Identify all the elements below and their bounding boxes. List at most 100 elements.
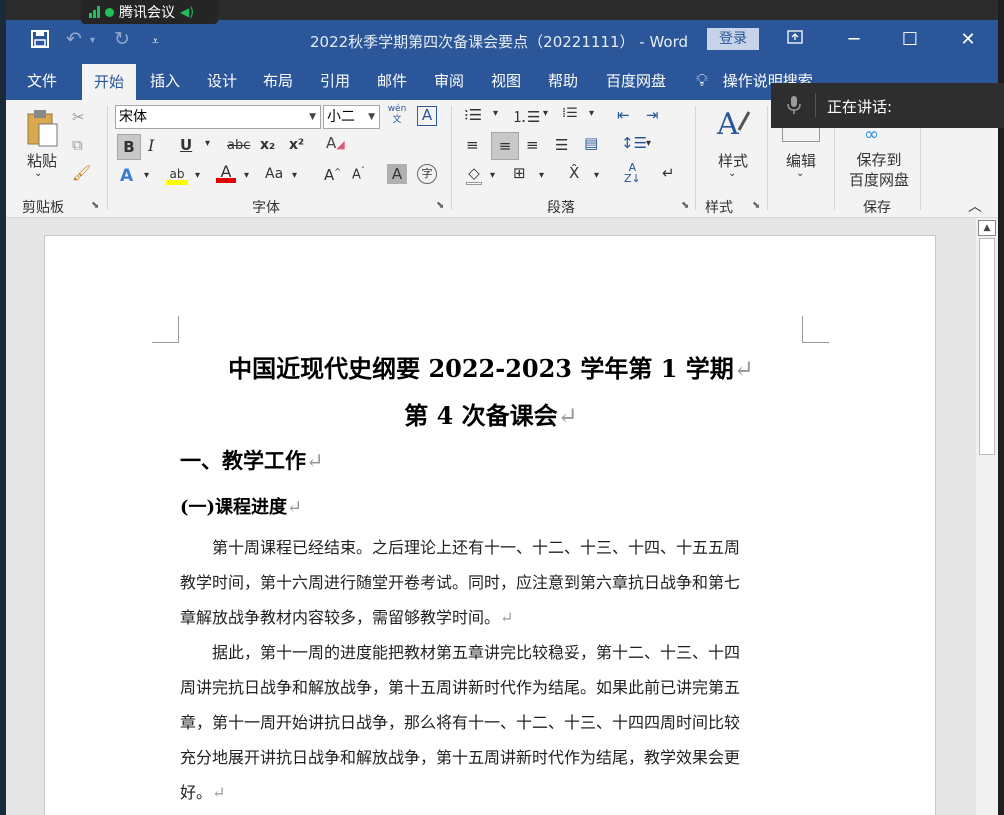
clear-formatting-icon[interactable]: A◢ [326, 134, 345, 152]
enclose-characters-icon[interactable]: 字 [417, 164, 437, 184]
show-formatting-marks-icon[interactable]: ↵ [662, 164, 675, 182]
align-center-icon[interactable]: ≡ [491, 132, 519, 160]
tab-layout[interactable]: 布局 [254, 62, 302, 100]
bold-button[interactable]: B [117, 134, 141, 160]
paragraph-mark-icon: ↵ [306, 449, 324, 473]
save-icon[interactable] [31, 30, 49, 53]
close-icon[interactable]: ✕ [948, 26, 988, 54]
line-spacing-icon[interactable]: ↕☰ [621, 134, 647, 152]
bullets-icon[interactable]: ⁝☰ [464, 106, 482, 124]
align-right-icon[interactable]: ≡ [526, 136, 539, 154]
microphone-icon [787, 95, 801, 120]
editing-dropdown-icon[interactable]: ⌄ [796, 168, 804, 179]
tab-home[interactable]: 开始 [82, 64, 136, 100]
highlight-icon[interactable]: ab [166, 164, 188, 185]
undo-icon[interactable]: ↶ [66, 28, 82, 50]
borders-icon[interactable]: ⊞ [513, 164, 526, 182]
clipboard-dialog-launcher-icon[interactable]: ⬊ [91, 200, 99, 211]
font-color-dropdown-icon[interactable]: ▾ [244, 170, 249, 181]
font-name-value: 宋体 [119, 109, 147, 125]
cut-icon[interactable]: ✂ [72, 108, 85, 126]
document-page[interactable]: 中国近现代史纲要 2022-2023 学年第 1 学期↵ 第 4 次备课会↵ 一… [44, 235, 936, 815]
paragraph-line-text: 章解放战争教材内容较多，需留够教学时间。 [180, 608, 501, 627]
sort-icon[interactable]: A Z↓ [624, 162, 641, 184]
line-spacing-dropdown-icon[interactable]: ▾ [646, 138, 651, 149]
tab-baidu-netdisk[interactable]: 百度网盘 [598, 62, 674, 100]
tab-view[interactable]: 视图 [482, 62, 530, 100]
numbering-icon[interactable]: ⒈☰ [512, 106, 540, 127]
paragraph-mark-icon: ↵ [212, 783, 226, 802]
decrease-indent-icon[interactable]: ⇤ [617, 106, 630, 124]
font-dialog-launcher-icon[interactable]: ⬊ [436, 200, 444, 211]
borders-dropdown-icon[interactable]: ▾ [539, 170, 544, 181]
save-to-baidu-button[interactable]: 保存到 百度网盘 [846, 150, 912, 190]
grow-font-label: A [324, 166, 335, 184]
italic-button[interactable]: I [148, 136, 154, 155]
scroll-up-icon[interactable]: ▲ [978, 220, 996, 236]
vertical-scrollbar[interactable]: ▲ [976, 218, 998, 815]
group-divider [767, 106, 768, 210]
copy-icon[interactable]: ⧉ [72, 136, 83, 154]
text-effects-dropdown-icon[interactable]: ▾ [144, 170, 149, 181]
multilevel-list-dropdown-icon[interactable]: ▾ [589, 108, 594, 119]
group-divider [107, 106, 108, 210]
phonetic-guide-icon[interactable]: wén 文 [386, 104, 408, 126]
subscript-button[interactable]: x₂ [260, 137, 275, 153]
character-border-icon[interactable]: A [417, 106, 437, 126]
tab-help[interactable]: 帮助 [539, 62, 587, 100]
change-case-dropdown-icon[interactable]: ▾ [292, 170, 297, 181]
tab-review[interactable]: 审阅 [425, 62, 473, 100]
paste-dropdown-icon[interactable]: ⌄ [34, 168, 42, 179]
superscript-button[interactable]: x² [289, 137, 304, 153]
paragraph-dialog-launcher-icon[interactable]: ⬊ [681, 200, 689, 211]
speaker-icon[interactable]: ◀) [180, 5, 194, 19]
signal-icon [89, 6, 100, 18]
multilevel-list-icon[interactable]: ⁞☰ [562, 106, 578, 121]
shading-dropdown-icon[interactable]: ▾ [490, 170, 495, 181]
grow-font-button[interactable]: A^ [324, 166, 341, 184]
ribbon-display-options-icon[interactable] [775, 26, 815, 54]
increase-indent-icon[interactable]: ⇥ [646, 106, 659, 124]
paragraph-mark-icon: ↵ [557, 402, 578, 430]
scrollbar-thumb[interactable] [979, 238, 995, 455]
undo-dropdown-icon[interactable]: ▾ [90, 35, 95, 46]
text-effects-icon[interactable]: A [120, 166, 133, 186]
shrink-font-button[interactable]: Aˇ [352, 166, 365, 182]
editing-icon[interactable] [782, 126, 820, 142]
group-divider [451, 106, 452, 210]
shading-icon[interactable]: ◇ [466, 164, 482, 185]
font-color-icon[interactable]: A [216, 162, 236, 183]
asian-layout-dropdown-icon[interactable]: ▾ [594, 170, 599, 181]
highlight-dropdown-icon[interactable]: ▾ [195, 170, 200, 181]
tab-insert[interactable]: 插入 [141, 62, 189, 100]
strikethrough-button[interactable]: abc [227, 138, 250, 153]
underline-dropdown-icon[interactable]: ▾ [205, 138, 210, 149]
change-case-button[interactable]: Aa [265, 166, 283, 182]
tab-mailings[interactable]: 邮件 [368, 62, 416, 100]
font-name-select[interactable]: 宋体 ▼ [115, 105, 321, 129]
asian-layout-icon[interactable]: X̂ [569, 164, 579, 182]
align-left-icon[interactable]: ≡ [466, 136, 479, 154]
underline-button[interactable]: U [180, 136, 192, 154]
styles-dropdown-icon[interactable]: ⌄ [728, 168, 736, 179]
minimize-icon[interactable]: ─ [834, 26, 874, 54]
numbering-dropdown-icon[interactable]: ▾ [543, 108, 548, 119]
format-painter-icon[interactable]: 🖌︎ [72, 164, 91, 182]
collapse-ribbon-icon[interactable]: ︿ [968, 196, 982, 216]
character-shading-icon[interactable]: A [387, 164, 407, 184]
tab-file[interactable]: 文件 [12, 62, 72, 100]
tab-design[interactable]: 设计 [198, 62, 246, 100]
justify-icon[interactable]: ☰ [555, 136, 568, 154]
distributed-icon[interactable]: ▤ [584, 134, 598, 152]
bullets-dropdown-icon[interactable]: ▾ [493, 108, 498, 119]
customize-toolbar-icon[interactable]: ⩡ [152, 34, 159, 49]
tab-references[interactable]: 引用 [311, 62, 359, 100]
font-size-select[interactable]: 小二 ▼ [323, 105, 380, 129]
save-group-label: 保存 [863, 200, 891, 216]
tencent-meeting-bar[interactable]: 腾讯会议 ◀) [81, 0, 218, 24]
login-button[interactable]: 登录 [707, 28, 759, 50]
styles-gallery-icon[interactable]: A [713, 104, 753, 144]
styles-dialog-launcher-icon[interactable]: ⬊ [752, 200, 760, 211]
redo-icon[interactable]: ↻ [114, 28, 130, 50]
maximize-icon[interactable]: ☐ [890, 26, 930, 54]
